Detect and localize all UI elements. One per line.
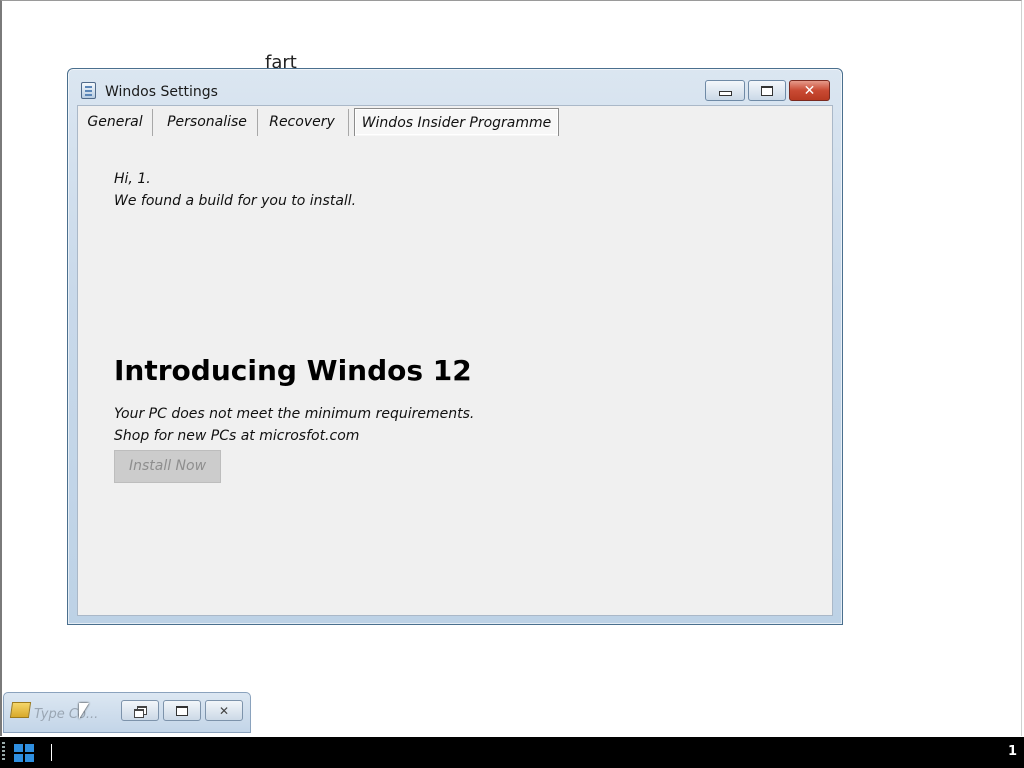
tab-windos-insider-programme[interactable]: Windos Insider Programme — [354, 108, 559, 136]
restore-icon — [134, 705, 147, 718]
tab-recovery[interactable]: Recovery — [262, 108, 342, 136]
maximize-button[interactable] — [163, 700, 201, 721]
tray-clock: 1 — [1007, 744, 1017, 759]
maximize-button[interactable] — [748, 80, 786, 101]
requirements-line: Your PC does not meet the minimum requir… — [114, 406, 475, 422]
maximize-icon — [176, 705, 188, 716]
settings-app-icon — [81, 82, 96, 99]
mouse-cursor-icon — [79, 703, 89, 719]
build-found-line: We found a build for you to install. — [114, 193, 357, 209]
maximize-icon — [761, 85, 773, 96]
window-title: Windos Settings — [105, 84, 218, 100]
tab-divider — [257, 109, 258, 136]
tab-general[interactable]: General — [82, 108, 148, 136]
close-button[interactable]: ✕ — [789, 80, 830, 101]
tab-divider — [348, 109, 349, 136]
restore-button[interactable] — [121, 700, 159, 721]
close-icon: ✕ — [218, 703, 230, 718]
folder-icon — [9, 702, 32, 718]
title-bar[interactable]: Windos Settings ✕ — [68, 69, 842, 105]
close-button[interactable]: ✕ — [205, 700, 243, 721]
taskbar-search-caret[interactable] — [51, 744, 52, 761]
start-button[interactable] — [2, 740, 36, 766]
page-headline: Introducing Windos 12 — [114, 354, 472, 387]
window-client-area: General Personalise Recovery Windos Insi… — [77, 105, 833, 616]
shop-line: Shop for new PCs at microsfot.com — [114, 428, 360, 444]
taskbar: 1 — [0, 737, 1024, 768]
minimize-button[interactable] — [705, 80, 745, 101]
minimize-icon — [718, 91, 732, 96]
install-now-button[interactable]: Install Now — [114, 450, 221, 483]
settings-window: Windos Settings ✕ General Personalise Re… — [67, 68, 843, 625]
greeting-text: Hi, 1. We found a build for you to insta… — [114, 168, 356, 212]
windows-logo-icon — [14, 744, 34, 762]
close-icon: ✕ — [803, 82, 816, 99]
requirements-text: Your PC does not meet the minimum requir… — [114, 403, 474, 447]
tab-personalise[interactable]: Personalise — [157, 108, 257, 136]
minimized-window[interactable]: Type Co... ✕ — [3, 692, 251, 733]
tab-divider — [152, 109, 153, 136]
tab-strip: General Personalise Recovery Windos Insi… — [78, 106, 832, 138]
greeting-line: Hi, 1. — [114, 171, 151, 187]
